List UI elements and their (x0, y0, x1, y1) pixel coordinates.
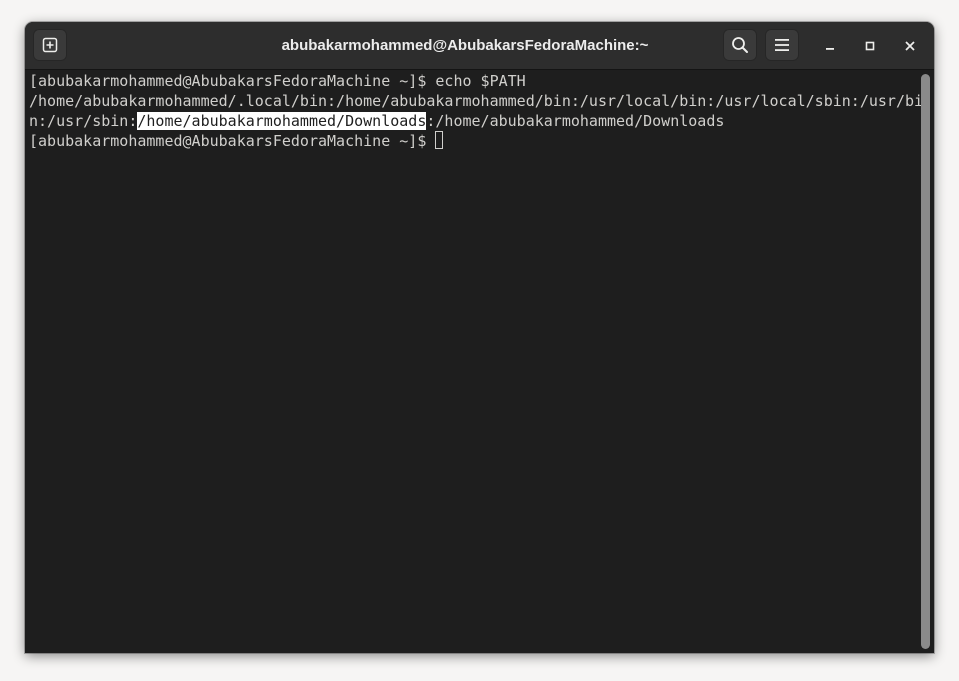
window-title: abubakarmohammed@AbubakarsFedoraMachine:… (281, 37, 649, 54)
new-tab-button[interactable] (33, 29, 67, 61)
maximize-icon (864, 40, 876, 52)
minimize-button[interactable] (818, 34, 842, 58)
close-button[interactable] (898, 34, 922, 58)
search-icon (731, 36, 749, 54)
close-icon (904, 40, 916, 52)
terminal-line: n:/usr/sbin:/home/abubakarmohammed/Downl… (29, 111, 724, 131)
selected-text[interactable]: /home/abubakarmohammed/Downloads (137, 112, 427, 130)
minimize-icon (824, 40, 836, 52)
search-button[interactable] (723, 29, 757, 61)
maximize-button[interactable] (858, 34, 882, 58)
text-cursor (435, 131, 444, 149)
headerbar: abubakarmohammed@AbubakarsFedoraMachine:… (25, 22, 934, 70)
hamburger-menu-icon (774, 38, 790, 52)
terminal-text: :/home/abubakarmohammed/Downloads (426, 112, 725, 130)
terminal-line: /home/abubakarmohammed/.local/bin:/home/… (29, 92, 924, 110)
terminal-line: [abubakarmohammed@AbubakarsFedoraMachine… (29, 72, 526, 90)
menu-button[interactable] (765, 29, 799, 61)
shell-prompt: [abubakarmohammed@AbubakarsFedoraMachine… (29, 132, 436, 150)
terminal-window: abubakarmohammed@AbubakarsFedoraMachine:… (25, 22, 934, 653)
scrollbar[interactable] (921, 74, 930, 649)
terminal-output[interactable]: [abubakarmohammed@AbubakarsFedoraMachine… (25, 70, 923, 653)
terminal-prompt-line: [abubakarmohammed@AbubakarsFedoraMachine… (29, 131, 444, 151)
terminal-text: n:/usr/sbin: (29, 112, 138, 130)
new-tab-icon (42, 37, 58, 53)
